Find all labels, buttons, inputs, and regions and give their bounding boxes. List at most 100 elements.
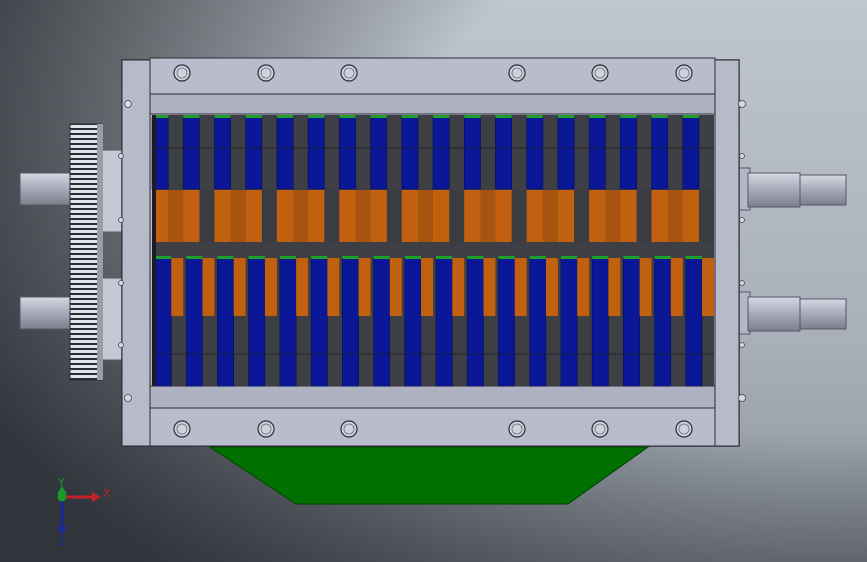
upper-blade [620,116,637,190]
upper-blade [245,116,263,190]
upper-hub-spacer [324,190,340,242]
blade-tip-lower [560,256,578,259]
upper-hub-spacer [261,190,277,242]
upper-hub-spacer [699,190,714,242]
lower-blade [342,257,359,387]
cutter-left-wall [152,115,156,386]
blade-tip-lower [592,256,609,259]
lower-blade [248,257,266,387]
lower-hub-band [421,258,433,316]
blade-tip-upper [651,115,668,118]
housing-left-plate [121,59,151,447]
upper-blade [401,116,419,190]
blade-tip-lower [498,256,515,259]
lower-hub-band [670,258,683,316]
lower-blade [498,257,515,387]
lower-blade [154,257,172,387]
lower-hub-band [639,258,652,316]
blade-tip-upper [245,115,262,118]
blade-tip-lower [311,256,328,259]
upper-hub-spacer [293,190,309,242]
lower-hub-band [702,258,714,316]
blade-tip-lower [654,256,671,259]
x-axis-label: X [103,487,111,500]
blade-tip-upper [401,115,419,118]
lower-hub-band [608,258,621,316]
lower-hub-band [483,258,496,316]
blade-tip-lower [154,256,172,259]
upper-hub-spacer [230,190,246,242]
cad-viewport[interactable]: X Y Z [0,0,867,562]
lower-hub-band [296,258,309,316]
bolt-head [257,64,275,82]
bolt-head [340,420,358,438]
housing-bottom-rail [149,385,716,409]
bolt-head [508,420,526,438]
lower-hub-band [545,258,558,316]
upper-hub-spacer [355,190,371,242]
lower-hub-band [264,258,277,316]
lower-blade [217,257,234,387]
bolt-head [508,64,526,82]
bolt-head [591,420,609,438]
blade-tip-lower [373,256,390,259]
blade-tip-upper [276,115,294,118]
upper-blade [682,116,700,190]
lower-blade [685,257,703,387]
lower-blade [591,257,609,387]
upper-hub-spacer [168,190,184,242]
upper-blade [463,116,481,190]
blade-tip-upper [308,115,325,118]
lower-blade [279,257,297,387]
housing-top-bar [149,57,716,95]
blade-tip-upper [464,115,481,118]
upper-hub-spacer [511,190,527,242]
upper-hub-spacer [574,190,590,242]
upper-blade [557,116,575,190]
upper-hub-spacer [418,190,433,242]
bolt-head [257,420,275,438]
blade-tip-lower [279,256,297,259]
upper-blade [307,116,325,190]
upper-hub-spacer [386,190,402,242]
blade-tip-lower [404,256,422,259]
upper-blade [339,116,356,190]
lower-hub-band [171,258,184,316]
blade-tip-upper [589,115,606,118]
blade-tip-upper [495,115,512,118]
blade-tip-upper [682,115,700,118]
blade-tip-lower [248,256,265,259]
lower-hub-band [389,258,402,316]
upper-blade [651,116,669,190]
blade-tip-upper [433,115,450,118]
bolt-head [675,420,693,438]
upper-hub-spacer [199,190,215,242]
blade-tip-lower [529,256,546,259]
upper-blade [495,116,512,190]
blade-tip-lower [467,256,484,259]
lower-hub-band [452,258,465,316]
upper-hub-spacer [667,190,683,242]
lower-blade [185,257,203,387]
bolt-head [675,64,693,82]
lower-blade [560,257,578,387]
y-axis-label: Y [57,476,65,489]
lower-hub-band [577,258,590,316]
blade-tip-lower [685,256,703,259]
lower-hub-band [233,258,246,316]
drive-gear[interactable] [69,123,103,381]
lower-blade [623,257,640,387]
blade-tip-upper [557,115,575,118]
blade-tip-upper [526,115,543,118]
lower-hub-band [358,258,371,316]
blade-tip-upper [339,115,356,118]
cutter-assembly[interactable] [151,115,714,387]
housing-right-plate [714,59,740,447]
bolt-head [173,64,191,82]
upper-hub-spacer [605,190,621,242]
blade-tip-lower [623,256,640,259]
lower-blade [404,257,422,387]
blade-tip-upper [183,115,200,118]
lower-blade [466,257,484,387]
upper-blade [432,116,450,190]
